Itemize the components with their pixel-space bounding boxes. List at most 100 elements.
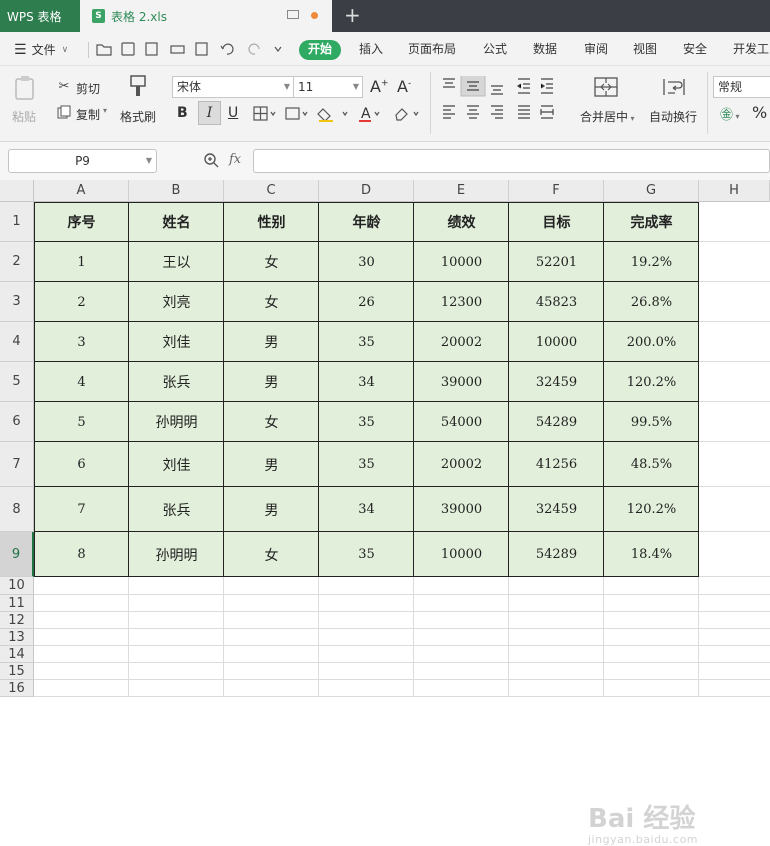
percent-button[interactable]: % — [752, 103, 767, 122]
name-box[interactable]: P9 ▼ — [8, 149, 157, 173]
table-cell[interactable]: 19.2% — [604, 242, 699, 282]
row-header[interactable]: 14 — [0, 646, 34, 663]
new-tab-button[interactable]: + — [344, 3, 361, 27]
table-cell[interactable]: 孙明明 — [129, 402, 224, 442]
tab-data[interactable]: 数据 — [533, 40, 557, 60]
decrease-font-icon[interactable]: A- — [397, 77, 411, 96]
row-header[interactable]: 16 — [0, 680, 34, 697]
table-cell[interactable]: 2 — [34, 282, 129, 322]
column-header[interactable]: D — [319, 180, 414, 202]
select-all-corner[interactable] — [0, 180, 34, 202]
column-header[interactable]: C — [224, 180, 319, 202]
row-header[interactable]: 7 — [0, 442, 34, 487]
tab-page-layout[interactable]: 页面布局 — [408, 40, 456, 60]
table-cell[interactable]: 200.0% — [604, 322, 699, 362]
copy-button[interactable]: 复制 — [76, 106, 100, 123]
row-header[interactable]: 6 — [0, 402, 34, 442]
column-header[interactable]: F — [509, 180, 604, 202]
formula-input[interactable] — [253, 149, 770, 173]
table-cell[interactable]: 35 — [319, 532, 414, 577]
row-header[interactable]: 3 — [0, 282, 34, 322]
font-size-select[interactable]: 11 ▼ — [293, 76, 363, 98]
table-cell[interactable]: 10000 — [509, 322, 604, 362]
table-cell[interactable]: 男 — [224, 442, 319, 487]
table-cell[interactable]: 20002 — [414, 442, 509, 487]
currency-icon[interactable]: ㊎ ▾ — [720, 104, 740, 123]
table-header-cell[interactable]: 目标 — [509, 202, 604, 242]
table-cell[interactable]: 刘佳 — [129, 322, 224, 362]
paste-button[interactable]: 粘贴 — [12, 108, 36, 125]
row-header[interactable]: 9 — [0, 532, 34, 577]
table-header-cell[interactable]: 年龄 — [319, 202, 414, 242]
table-cell[interactable]: 女 — [224, 402, 319, 442]
format-painter-button[interactable]: 格式刷 — [120, 108, 156, 125]
monitor-icon[interactable] — [287, 10, 299, 19]
column-header[interactable]: B — [129, 180, 224, 202]
row-header[interactable]: 5 — [0, 362, 34, 402]
table-cell[interactable]: 12300 — [414, 282, 509, 322]
merge-center-button[interactable]: 合并居中 ▾ — [580, 108, 635, 125]
table-cell[interactable]: 39000 — [414, 362, 509, 402]
table-cell[interactable]: 男 — [224, 362, 319, 402]
insert-function-button[interactable]: fx — [229, 152, 241, 167]
table-cell[interactable]: 女 — [224, 532, 319, 577]
table-cell[interactable]: 32459 — [509, 362, 604, 402]
table-cell[interactable]: 30 — [319, 242, 414, 282]
table-header-cell[interactable]: 序号 — [34, 202, 129, 242]
table-cell[interactable]: 1 — [34, 242, 129, 282]
table-cell[interactable]: 120.2% — [604, 487, 699, 532]
table-cell[interactable]: 10000 — [414, 532, 509, 577]
table-cell[interactable]: 34 — [319, 362, 414, 402]
table-cell[interactable]: 男 — [224, 322, 319, 362]
table-cell[interactable]: 3 — [34, 322, 129, 362]
tab-review[interactable]: 审阅 — [584, 40, 608, 60]
table-cell[interactable]: 张兵 — [129, 362, 224, 402]
table-cell[interactable]: 54289 — [509, 402, 604, 442]
copy-dropdown-icon[interactable]: ▾ — [103, 106, 107, 115]
row-header[interactable]: 12 — [0, 612, 34, 629]
document-tab[interactable]: S 表格 2.xls — [80, 0, 332, 32]
row-header[interactable]: 13 — [0, 629, 34, 646]
row-header[interactable]: 4 — [0, 322, 34, 362]
table-cell[interactable]: 39000 — [414, 487, 509, 532]
tab-developer[interactable]: 开发工 — [733, 40, 769, 60]
table-cell[interactable]: 4 — [34, 362, 129, 402]
italic-button[interactable]: I — [198, 101, 221, 125]
number-format-select[interactable]: 常规 — [713, 76, 770, 98]
table-cell[interactable]: 刘亮 — [129, 282, 224, 322]
table-cell[interactable]: 26 — [319, 282, 414, 322]
table-cell[interactable]: 20002 — [414, 322, 509, 362]
spreadsheet-grid[interactable]: A B C D E F G H 1 2 3 4 5 6 7 8 9 10 11 12 13 14 15 16 序号 姓名 性别 年龄绩… — [0, 180, 770, 846]
tab-view[interactable]: 视图 — [633, 40, 657, 60]
table-header-cell[interactable]: 性别 — [224, 202, 319, 242]
row-header[interactable]: 8 — [0, 487, 34, 532]
table-cell[interactable]: 54289 — [509, 532, 604, 577]
tab-insert[interactable]: 插入 — [359, 40, 383, 60]
table-cell[interactable]: 孙明明 — [129, 532, 224, 577]
table-cell[interactable]: 女 — [224, 282, 319, 322]
table-cell[interactable]: 8 — [34, 532, 129, 577]
table-cell[interactable]: 99.5% — [604, 402, 699, 442]
column-header[interactable]: G — [604, 180, 699, 202]
table-cell[interactable]: 35 — [319, 402, 414, 442]
table-cell[interactable]: 52201 — [509, 242, 604, 282]
file-menu[interactable]: ☰ 文件 ∨ — [14, 40, 68, 60]
table-cell[interactable]: 54000 — [414, 402, 509, 442]
table-cell[interactable]: 32459 — [509, 487, 604, 532]
zoom-search-icon[interactable] — [203, 152, 219, 168]
column-header[interactable]: A — [34, 180, 129, 202]
table-cell[interactable]: 5 — [34, 402, 129, 442]
table-cell[interactable]: 41256 — [509, 442, 604, 487]
table-header-cell[interactable]: 绩效 — [414, 202, 509, 242]
table-cell[interactable]: 26.8% — [604, 282, 699, 322]
row-header[interactable]: 10 — [0, 577, 34, 595]
underline-button[interactable]: U — [228, 105, 238, 121]
row-header[interactable]: 11 — [0, 595, 34, 612]
wrap-text-button[interactable]: 自动换行 — [649, 108, 697, 125]
column-header[interactable]: E — [414, 180, 509, 202]
table-cell[interactable]: 45823 — [509, 282, 604, 322]
table-cell[interactable]: 王以 — [129, 242, 224, 282]
table-cell[interactable]: 18.4% — [604, 532, 699, 577]
tab-formulas[interactable]: 公式 — [483, 40, 507, 60]
font-name-select[interactable]: 宋体 ▼ — [172, 76, 294, 98]
